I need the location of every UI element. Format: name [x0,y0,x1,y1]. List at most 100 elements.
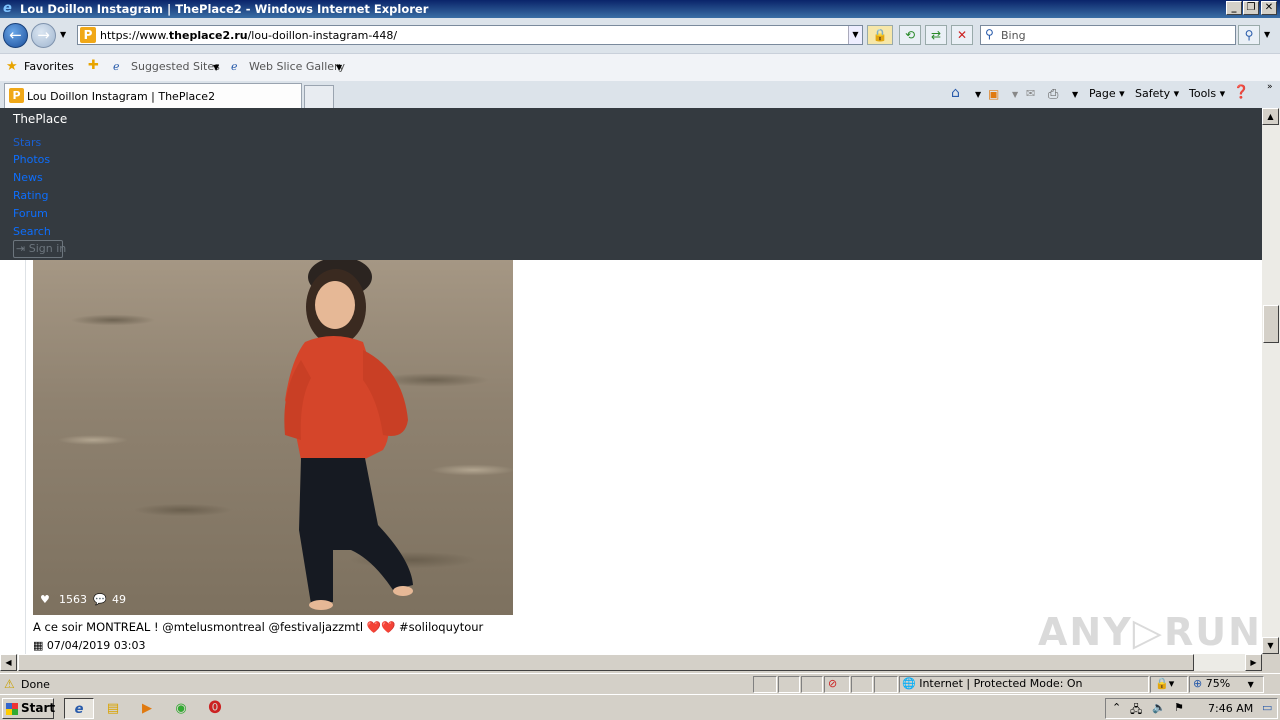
close-button[interactable]: ✕ [1261,1,1277,15]
favorites-bar: ★ Favorites ✚ ℯ Suggested Sites ▼ ℯ Web … [0,53,1280,81]
nav-link-forum[interactable]: Forum [13,207,48,220]
favorites-star-icon: ★ [6,59,18,74]
recent-pages-dropdown[interactable]: ▼ [60,30,66,39]
page-menu[interactable]: Page ▾ [1089,87,1125,100]
help-icon[interactable]: ❓ [1233,85,1249,100]
vertical-scrollbar[interactable]: ▲ ▼ [1262,108,1280,654]
status-segment [753,676,777,693]
scroll-up-button[interactable]: ▲ [1262,108,1279,125]
refresh-icon: ⇄ [930,28,942,42]
minimize-button[interactable]: _ [1226,1,1242,15]
protected-mode-segment[interactable]: 🔒▾ [1150,676,1188,693]
tools-menu[interactable]: Tools ▾ [1189,87,1225,100]
site-favicon-icon: P [9,88,24,103]
opera-taskbar-icon[interactable]: ⓿ [203,698,227,719]
horizontal-scroll-thumb[interactable] [18,654,1194,671]
scroll-left-button[interactable]: ◀ [0,654,17,671]
site-header: ThePlace Stars Photos News Rating Forum … [0,108,1262,260]
search-options-dropdown[interactable]: ▼ [1264,30,1270,39]
show-desktop-icon[interactable]: ▭ [1262,701,1272,714]
safety-menu[interactable]: Safety ▾ [1135,87,1179,100]
chevron-down-icon[interactable]: ▼ [975,90,981,99]
forward-button[interactable]: → [31,23,56,48]
sign-in-button[interactable]: ⇥ Sign in [13,240,66,258]
post-date: ▦ 07/04/2019 03:03 [33,639,146,652]
content-divider [25,260,26,654]
taskbar: Start e ▤ ▶ ◉ ⓿ ⌃ 🖧 🔈 ⚑ 7:46 AM ▭ [0,694,1280,720]
zone-segment[interactable]: 🌐 Internet | Protected Mode: On [899,676,1149,693]
status-segment [778,676,800,693]
sign-in-icon: ⇥ [16,242,26,255]
likes-count: 1563 [59,593,87,606]
nav-link-rating[interactable]: Rating [13,189,48,202]
ie-taskbar-icon[interactable]: e [64,698,94,719]
network-icon[interactable]: 🖧 [1130,701,1142,720]
address-url: https://www.theplace2.ru/lou-doillon-ins… [100,29,398,42]
tab-label: Lou Doillon Instagram | ThePlace2 [27,90,216,103]
chevron-down-icon: ▼ [1247,680,1254,689]
likes-icon: ♥ [40,593,50,606]
window-titlebar: e Lou Doillon Instagram | ThePlace2 - Wi… [0,0,1280,18]
favorites-button[interactable]: Favorites [24,60,74,73]
home-icon[interactable]: ⌂ [951,85,960,101]
windows-logo-icon [6,703,18,715]
chevron-down-icon[interactable]: ▼ [336,63,342,72]
search-button[interactable]: ⚲ [1238,25,1260,45]
restore-button[interactable]: ❐ [1243,1,1259,15]
clock[interactable]: 7:46 AM [1208,702,1253,715]
show-hidden-icons[interactable]: ⌃ [1112,701,1121,714]
security-lock-button[interactable]: 🔒 [867,25,893,45]
page-viewport: ThePlace Stars Photos News Rating Forum … [0,108,1262,654]
ie-page-icon: ℯ [113,60,120,73]
start-button[interactable]: Start [2,698,55,719]
nav-link-search[interactable]: Search [13,225,51,238]
refresh-button[interactable]: ⇄ [925,25,947,45]
address-dropdown[interactable]: ▼ [848,26,862,44]
stop-button[interactable]: ✕ [951,25,973,45]
search-placeholder: Bing [1001,29,1026,42]
print-icon[interactable]: ⎙ [1048,87,1058,102]
compatibility-icon: ⟲ [904,28,916,42]
comments-count: 49 [112,593,126,606]
instagram-photo[interactable]: ♥ 1563 💬 49 [33,260,513,615]
status-segment [851,676,873,693]
mail-icon[interactable]: ✉ [1026,87,1035,100]
explorer-taskbar-icon[interactable]: ▤ [101,698,125,719]
back-button[interactable]: ← [3,23,28,48]
popup-blocker-icon[interactable]: ⊘ [825,677,837,690]
chevron-down-icon[interactable]: ▼ [213,63,219,72]
suggested-sites-link[interactable]: Suggested Sites [131,60,220,73]
scroll-right-button[interactable]: ▶ [1245,654,1262,671]
new-tab-button[interactable] [304,85,334,108]
address-bar[interactable]: P https://www.theplace2.ru/lou-doillon-i… [77,25,863,45]
chevron-down-icon[interactable]: ▼ [1072,90,1078,99]
volume-icon[interactable]: 🔈 [1152,701,1166,714]
site-favicon-icon: P [80,27,96,43]
zoom-control[interactable]: ⊕ 75% ▼ [1189,676,1264,693]
chrome-taskbar-icon[interactable]: ◉ [169,698,193,719]
action-center-flag-icon[interactable]: ⚑ [1174,701,1184,714]
nav-link-stars[interactable]: Stars [13,136,41,149]
security-zone-text: Internet | Protected Mode: On [919,677,1083,690]
warning-icon: ⚠ [4,677,15,691]
search-provider-icon: ⚲ [985,27,994,41]
chevron-right-icon[interactable]: » [1267,82,1273,92]
media-player-taskbar-icon[interactable]: ▶ [135,698,159,719]
search-box[interactable]: ⚲ Bing [980,25,1236,45]
scroll-thumb[interactable] [1263,305,1279,343]
web-slice-gallery-link[interactable]: Web Slice Gallery [249,60,345,73]
nav-link-news[interactable]: News [13,171,43,184]
nav-link-photos[interactable]: Photos [13,153,50,166]
chevron-down-icon[interactable]: ▼ [1012,90,1018,99]
ie-page-icon: ℯ [231,60,238,73]
globe-icon: 🌐 [902,677,916,690]
forward-arrow-icon: → [37,26,50,44]
scroll-down-button[interactable]: ▼ [1262,637,1279,654]
add-favorite-icon[interactable]: ✚ [88,58,99,73]
compatibility-view-button[interactable]: ⟲ [899,25,921,45]
tab-active[interactable]: P Lou Doillon Instagram | ThePlace2 [4,83,302,108]
horizontal-scrollbar[interactable]: ◀ ▶ [0,654,1262,671]
rss-feed-icon[interactable]: ▣ [988,87,999,101]
lock-icon: 🔒 [872,28,888,42]
site-brand[interactable]: ThePlace [13,112,67,126]
